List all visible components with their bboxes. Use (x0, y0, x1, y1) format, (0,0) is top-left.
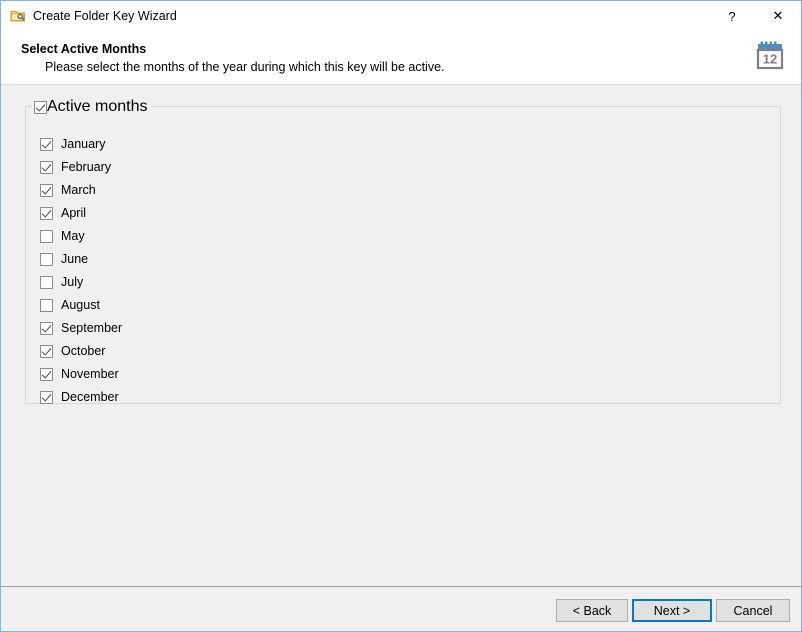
checkbox-april[interactable]: April (40, 204, 86, 222)
content-area: Active months January February March Apr… (1, 86, 801, 586)
checkbox-indicator-june[interactable] (40, 252, 53, 266)
checkbox-february[interactable]: February (40, 158, 111, 176)
checkbox-label-december: December (61, 390, 119, 404)
svg-text:12: 12 (763, 52, 777, 67)
wizard-window: Create Folder Key Wizard ? ✕ Select Acti… (0, 0, 802, 632)
help-button[interactable]: ? (709, 1, 755, 31)
checkbox-label-active-months: Active months (47, 98, 148, 115)
title-bar: Create Folder Key Wizard ? ✕ (1, 1, 801, 31)
checkbox-label-june: June (61, 252, 89, 266)
checkbox-august[interactable]: August (40, 296, 100, 314)
checkbox-indicator-january[interactable] (40, 137, 53, 151)
checkbox-label-january: January (61, 137, 106, 151)
page-title: Select Active Months (21, 42, 147, 56)
checkbox-label-february: February (61, 160, 112, 174)
checkbox-indicator-november[interactable] (40, 367, 53, 381)
checkbox-indicator-september[interactable] (40, 321, 53, 335)
folder-key-icon (10, 8, 26, 24)
checkbox-label-july: July (61, 275, 84, 289)
checkbox-active-months[interactable]: Active months (32, 97, 152, 117)
close-icon[interactable]: ✕ (755, 1, 801, 31)
checkbox-march[interactable]: March (40, 181, 96, 199)
checkbox-label-august: August (61, 298, 100, 312)
checkbox-indicator-april[interactable] (40, 206, 53, 220)
checkbox-label-november: November (61, 367, 119, 381)
checkbox-september[interactable]: September (40, 319, 122, 337)
checkbox-indicator-active-months[interactable] (34, 100, 47, 114)
checkbox-indicator-december[interactable] (40, 390, 53, 404)
checkbox-october[interactable]: October (40, 342, 105, 360)
calendar-12-icon: 12 (753, 39, 787, 73)
checkbox-january[interactable]: January (40, 135, 105, 153)
wizard-header: Select Active Months Please select the m… (1, 31, 801, 85)
checkbox-december[interactable]: December (40, 388, 119, 406)
checkbox-may[interactable]: May (40, 227, 85, 245)
checkbox-indicator-july[interactable] (40, 275, 53, 289)
checkbox-label-april: April (61, 206, 87, 220)
checkbox-june[interactable]: June (40, 250, 88, 268)
next-button[interactable]: Next > (632, 599, 712, 622)
window-title: Create Folder Key Wizard (33, 9, 177, 23)
cancel-button[interactable]: Cancel (716, 599, 790, 622)
active-months-groupbox: Active months January February March Apr… (25, 97, 781, 406)
checkbox-july[interactable]: July (40, 273, 83, 291)
checkbox-label-march: March (61, 183, 96, 197)
checkbox-indicator-march[interactable] (40, 183, 53, 197)
window-controls: ? ✕ (709, 1, 801, 31)
checkbox-november[interactable]: November (40, 365, 119, 383)
checkbox-label-may: May (61, 229, 85, 243)
checkbox-indicator-october[interactable] (40, 344, 53, 358)
checkbox-label-october: October (61, 344, 106, 358)
back-button[interactable]: < Back (556, 599, 628, 622)
checkbox-indicator-february[interactable] (40, 160, 53, 174)
checkbox-indicator-august[interactable] (40, 298, 53, 312)
checkbox-label-september: September (61, 321, 123, 335)
wizard-footer: < Back Next > Cancel (1, 587, 801, 631)
checkbox-indicator-may[interactable] (40, 229, 53, 243)
page-subtitle: Please select the months of the year dur… (45, 60, 445, 74)
